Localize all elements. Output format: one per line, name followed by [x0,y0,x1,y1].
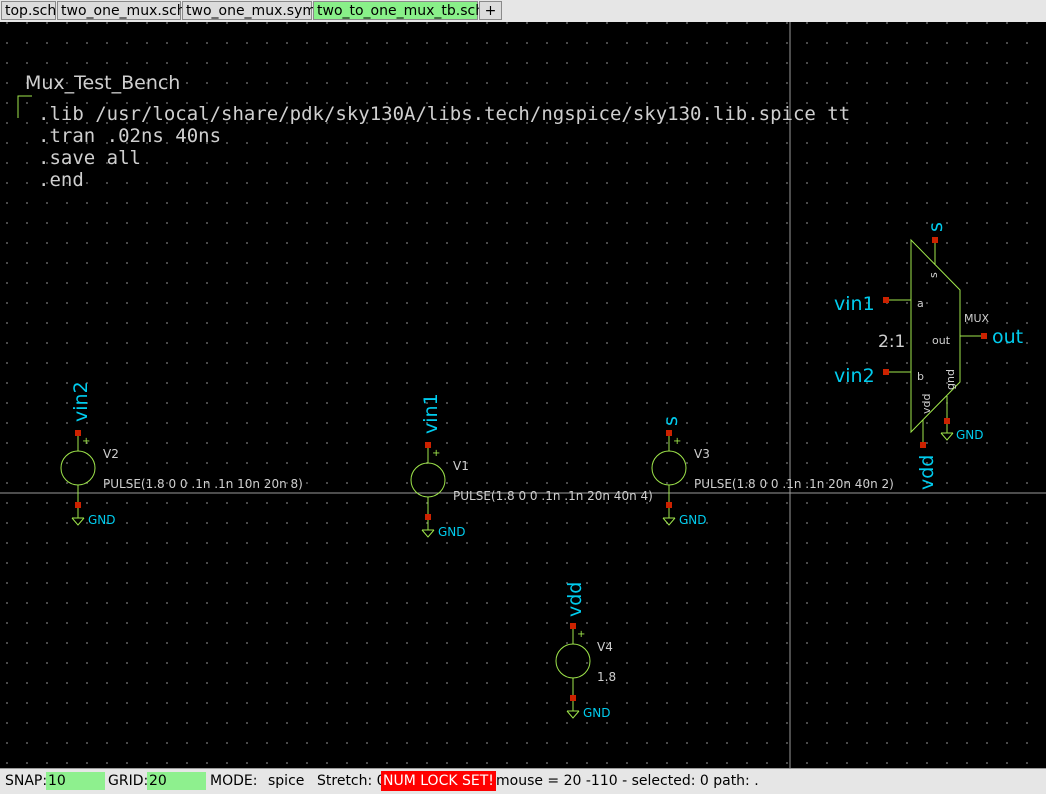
numlock-indicator: NUM LOCK SET! [381,771,496,791]
schematic-canvas[interactable]: Mux_Test_Bench .lib /usr/local/share/pdk… [0,22,1046,768]
mux-symbol[interactable]: s s vin1 a vin2 b 2:1 MUX out out vdd vd… [834,222,1023,490]
v3-name: V3 [694,447,710,461]
mux-pin-a: a [917,297,924,310]
stretch-status: Stretch: 0 [317,773,386,789]
net-label-s-v3: s [660,416,682,426]
voltage-source-v2[interactable]: vin2 + V2 PULSE(1.8 0 0 .1n .1n 10n 20n … [60,381,303,527]
code-line-1: .lib /usr/local/share/pdk/sky130A/libs.t… [38,103,850,125]
snap-input[interactable]: 10 [46,772,105,790]
v4-value: 1.8 [597,670,616,684]
mux-pin-gnd: gnd [944,369,957,390]
mux-pin-out: out [932,334,951,347]
v2-name: V2 [103,447,119,461]
v3-gnd-label: GND [679,513,707,527]
grid-input[interactable]: 20 [147,772,206,790]
code-line-4: .end [38,169,84,191]
v2-value: PULSE(1.8 0 0 .1n .1n 10n 20n 8) [103,477,303,491]
mux-pin-s: s [927,272,940,278]
mux-pin-vdd: vdd [920,394,933,414]
v4-gnd-label: GND [583,706,611,720]
mux-ratio: 2:1 [878,332,905,352]
mux-net-label-s: s [925,222,947,232]
ground-symbol [71,508,85,526]
v2-gnd-label: GND [88,513,116,527]
svg-text:+: + [673,436,681,447]
mux-pin-b: b [917,370,924,383]
snap-label: SNAP: [5,773,48,789]
spice-code-block[interactable]: Mux_Test_Bench .lib /usr/local/share/pdk… [17,72,850,191]
ground-symbol [662,508,676,526]
ground-symbol [566,701,580,719]
mux-net-label-a: vin1 [834,293,875,315]
voltage-source-v1[interactable]: vin1 + V1 PULSE(1.8 0 0 .1n .1n 20n 40n … [410,393,653,539]
code-block-title: Mux_Test_Bench [25,72,180,94]
code-line-3: .save all [38,147,141,169]
tab-bar: top.sch two_one_mux.sch two_one_mux.sym … [0,0,1046,23]
net-label-vin1: vin1 [420,393,442,434]
tab-top-sch[interactable]: top.sch [1,1,56,20]
v1-value: PULSE(1.8 0 0 .1n .1n 20n 40n 4) [453,489,653,503]
v3-value: PULSE(1.8 0 0 .1n .1n 20n 40n 2) [694,477,894,491]
mode-value: spice [268,773,305,789]
v1-gnd-label: GND [438,525,466,539]
mux-net-label-b: vin2 [834,365,875,387]
v4-name: V4 [597,640,613,654]
add-tab-button[interactable]: + [479,1,502,20]
tab-two-one-mux-sym[interactable]: two_one_mux.sym [182,1,316,20]
tab-two-one-mux-sch[interactable]: two_one_mux.sch [57,1,186,20]
ground-symbol [940,424,954,441]
svg-text:+: + [432,448,440,459]
svg-text:+: + [577,629,585,640]
v1-name: V1 [453,459,469,473]
net-label-vin2: vin2 [70,381,92,422]
voltage-source-v4[interactable]: vdd + V4 1.8 GND [555,582,616,720]
mode-label: MODE: [210,773,258,789]
mouse-position: mouse = 20 -110 - selected: 0 path: . [496,773,759,789]
grid-label: GRID: [108,773,149,789]
voltage-source-v3[interactable]: s + V3 PULSE(1.8 0 0 .1n .1n 20n 40n 2) … [651,416,894,527]
svg-text:+: + [82,436,90,447]
net-label-vdd-v4: vdd [564,582,586,617]
mux-label: MUX [964,312,990,325]
mux-gnd-label: GND [956,428,984,442]
ground-symbol [421,520,435,538]
mux-net-label-out: out [992,326,1023,348]
tab-two-to-one-mux-tb-sch[interactable]: two_to_one_mux_tb.sch [313,1,484,20]
status-bar: SNAP: 10 GRID: 20 MODE: spice Stretch: 0… [0,768,1046,794]
code-line-2: .tran .02ns 40ns [38,125,221,147]
mux-net-label-vdd: vdd [916,455,938,490]
